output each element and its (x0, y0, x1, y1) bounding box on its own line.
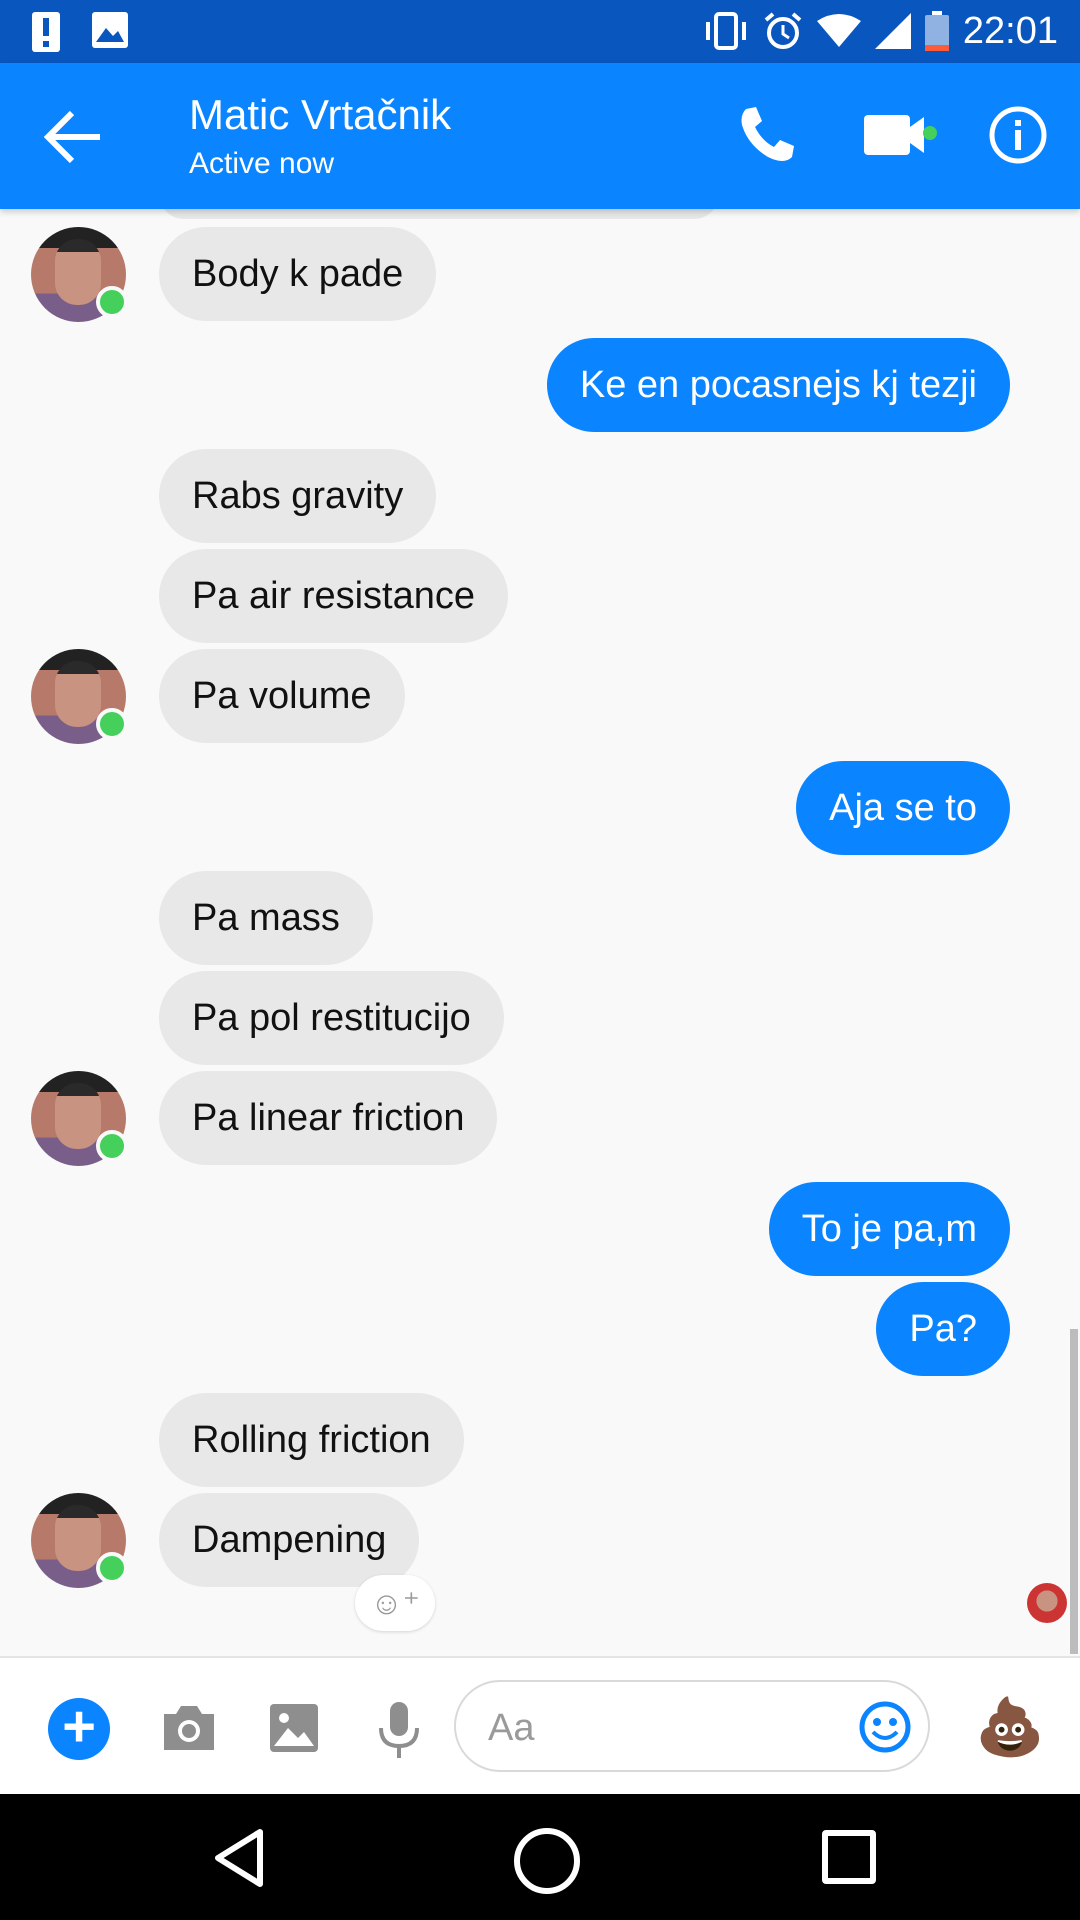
online-indicator (96, 1130, 128, 1162)
vibrate-icon (705, 12, 746, 50)
wifi-icon (816, 14, 861, 47)
received-message[interactable]: Pa pol restitucijo (159, 971, 504, 1065)
status-time: 22:01 (962, 10, 1058, 52)
message-input-container[interactable] (454, 1680, 930, 1772)
partial-message-bubble (159, 209, 719, 219)
avatar[interactable] (31, 649, 128, 744)
sent-message[interactable]: Ke en pocasnejs kj tezji (546, 338, 1010, 432)
alert-icon (32, 12, 60, 52)
nav-home-icon[interactable] (514, 1828, 580, 1894)
signal-icon (874, 13, 911, 49)
poop-emoji-icon[interactable]: 💩 (975, 1696, 1045, 1758)
online-indicator (96, 286, 128, 318)
message-composer: + 💩 (0, 1656, 1080, 1796)
sent-message[interactable]: To je pa,m (768, 1182, 1010, 1276)
received-message[interactable]: Pa volume (159, 649, 405, 743)
seen-indicator-avatar (1027, 1583, 1067, 1623)
microphone-icon[interactable] (375, 1700, 423, 1762)
status-bar: 22:01 (0, 0, 1080, 63)
received-message[interactable]: Rolling friction (159, 1393, 464, 1487)
message-list[interactable]: Body k pade Ke en pocasnejs kj tezji Rab… (0, 209, 1080, 1656)
image-notification-icon (92, 12, 128, 48)
more-actions-button[interactable]: + (48, 1698, 110, 1760)
message-input[interactable] (486, 1700, 830, 1756)
back-arrow-icon[interactable] (44, 109, 104, 165)
system-navigation-bar (0, 1794, 1080, 1920)
info-icon[interactable] (988, 105, 1048, 165)
conversation-header: Matic Vrtačnik Active now (0, 63, 1080, 209)
received-message[interactable]: Dampening (159, 1493, 420, 1587)
plus-icon: + (62, 1694, 96, 1759)
nav-recents-icon[interactable] (822, 1830, 876, 1884)
gallery-icon[interactable] (268, 1702, 320, 1754)
received-message[interactable]: Body k pade (159, 227, 437, 321)
sent-message[interactable]: Pa? (876, 1282, 1010, 1376)
add-reaction-icon: ☺⁺ (370, 1585, 420, 1621)
video-active-dot (923, 126, 937, 140)
contact-status: Active now (189, 147, 335, 180)
phone-icon[interactable] (734, 103, 798, 167)
avatar[interactable] (31, 227, 128, 322)
nav-back-icon[interactable] (212, 1828, 268, 1888)
contact-name[interactable]: Matic Vrtačnik (189, 91, 451, 139)
avatar[interactable] (31, 1071, 128, 1166)
online-indicator (96, 1552, 128, 1584)
received-message[interactable]: Pa mass (159, 871, 373, 965)
online-indicator (96, 708, 128, 740)
camera-icon[interactable] (160, 1702, 218, 1754)
received-message[interactable]: Rabs gravity (159, 449, 437, 543)
avatar[interactable] (31, 1493, 128, 1588)
scrollbar[interactable] (1070, 1329, 1078, 1654)
add-reaction-button[interactable]: ☺⁺ (355, 1575, 435, 1631)
battery-icon (924, 11, 949, 51)
sent-message[interactable]: Aja se to (796, 761, 1010, 855)
emoji-icon[interactable] (858, 1700, 912, 1754)
alarm-icon (764, 12, 802, 49)
received-message[interactable]: Pa linear friction (159, 1071, 498, 1165)
received-message[interactable]: Pa air resistance (159, 549, 509, 643)
